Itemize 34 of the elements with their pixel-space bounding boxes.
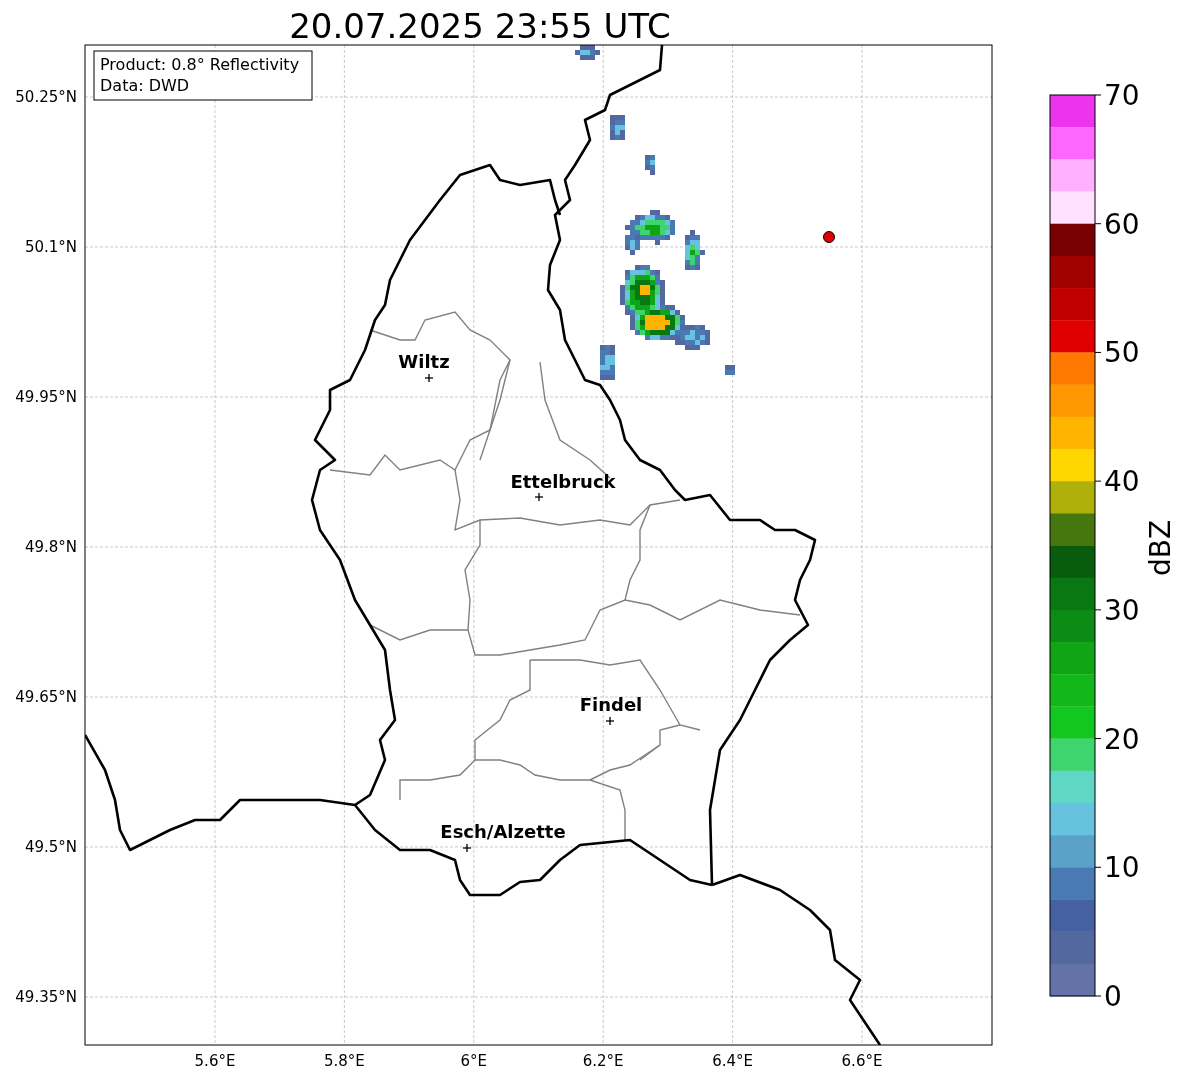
info-text: Data: DWD [100,76,190,95]
city-label: Findel [579,694,643,715]
longitude-label: 6.6°E [841,1052,883,1070]
longitude-label: 6.2°E [582,1052,624,1070]
colorbar-tick-label: 10 [1104,851,1140,885]
colorbar-tick-label: 30 [1104,593,1140,627]
latitude-label: 49.65°N [15,688,77,706]
city-marker-icon [424,373,434,383]
chart-title: 20.07.2025 23:55 UTC [289,6,671,46]
longitude-label: 6°E [460,1052,488,1070]
colorbar-tick-label: 50 [1104,336,1140,370]
city-label: Esch/Alzette [440,821,566,842]
latitude-label: 50.1°N [24,238,77,256]
city-label: Wiltz [398,351,450,372]
city-marker-icon [534,492,544,502]
location-marker [823,231,835,243]
latitude-label: 49.35°N [15,988,77,1006]
latitude-label: 49.95°N [15,388,77,406]
city-label: Ettelbruck [510,471,616,492]
longitude-label: 5.6°E [194,1052,236,1070]
colorbar-tick-label: 0 [1104,980,1122,1013]
colorbar-tick-label: 40 [1104,465,1140,499]
latitude-label: 50.25°N [15,88,77,106]
latitude-label: 49.5°N [24,838,77,856]
colorbar-tick-label: 20 [1104,722,1140,756]
colorbar-tick-label: 70 [1104,79,1140,112]
longitude-label: 5.8°E [324,1052,365,1070]
latitude-label: 49.8°N [24,538,77,556]
colorbar-axis-label: dBZ [1144,519,1177,577]
city-marker-icon [605,716,615,726]
info-text: Product: 0.8° Reflectivity [100,55,300,74]
colorbar-tick-label: 60 [1104,207,1140,241]
city-marker-icon [462,843,472,853]
longitude-label: 6.4°E [712,1052,753,1070]
